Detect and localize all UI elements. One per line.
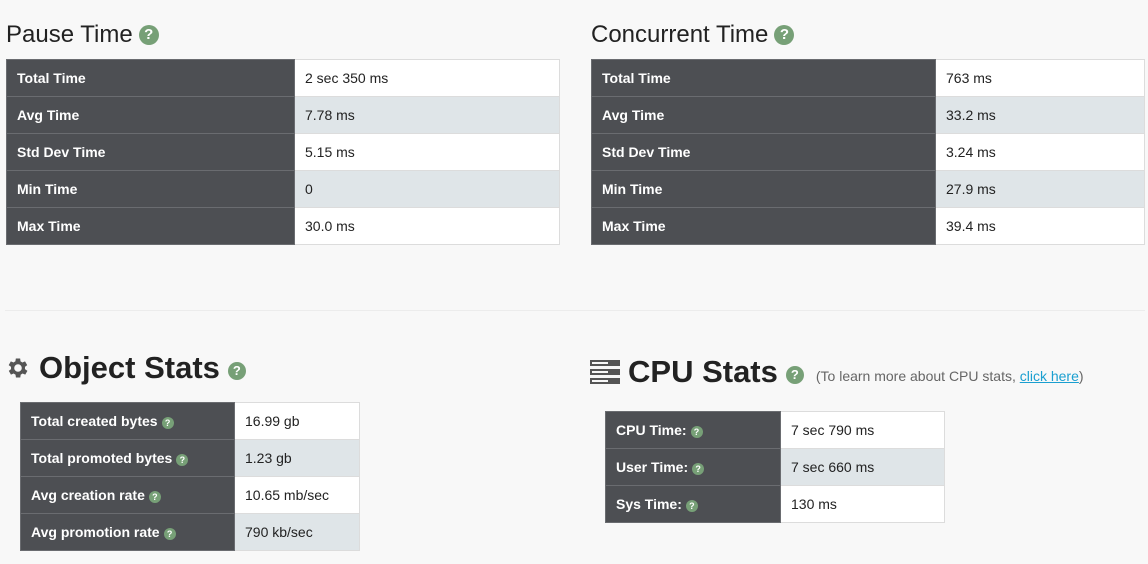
row-label-text: Avg promotion rate xyxy=(31,524,160,540)
row-label: User Time:? xyxy=(605,448,781,486)
row-label: Std Dev Time xyxy=(6,133,295,171)
cpu-stats-title-text: CPU Stats xyxy=(628,354,778,389)
table-row: CPU Time:? 7 sec 790 ms xyxy=(605,411,945,449)
row-label: Sys Time:? xyxy=(605,485,781,523)
concurrent-time-title-text: Concurrent Time xyxy=(591,21,769,48)
table-row: Sys Time:? 130 ms xyxy=(605,485,945,523)
row-label: Avg Time xyxy=(6,96,295,134)
table-row: Total Time 763 ms xyxy=(591,59,1145,97)
help-icon[interactable]: ? xyxy=(161,417,174,429)
object-stats-table: Total created bytes? 16.99 gb Total promo… xyxy=(20,402,360,551)
row-value: 7 sec 790 ms xyxy=(780,411,945,449)
help-icon[interactable]: ? xyxy=(690,426,703,438)
row-value: 10.65 mb/sec xyxy=(234,476,360,514)
row-value: 763 ms xyxy=(935,59,1145,97)
concurrent-time-section: Concurrent Time ? Total Time 763 ms Avg T… xyxy=(591,21,1145,245)
table-row: Std Dev Time 5.15 ms xyxy=(6,133,560,171)
object-stats-section: Object Stats ? Total created bytes? 16.99… xyxy=(5,350,360,551)
row-label: Max Time xyxy=(6,207,295,245)
row-value: 30.0 ms xyxy=(294,207,560,245)
row-label: Min Time xyxy=(6,170,295,208)
row-label: Total Time xyxy=(591,59,936,97)
row-label: Total Time xyxy=(6,59,295,97)
table-row: User Time:? 7 sec 660 ms xyxy=(605,448,945,486)
help-icon[interactable]: ? xyxy=(176,454,189,466)
cpu-stats-title: CPU Stats ? (To learn more about CPU sta… xyxy=(590,350,1084,394)
help-icon[interactable]: ? xyxy=(685,500,698,512)
table-row: Total Time 2 sec 350 ms xyxy=(6,59,560,97)
row-value: 27.9 ms xyxy=(935,170,1145,208)
help-icon[interactable]: ? xyxy=(163,528,176,540)
row-label: Max Time xyxy=(591,207,936,245)
row-value: 790 kb/sec xyxy=(234,513,360,551)
table-row: Avg Time 33.2 ms xyxy=(591,96,1145,134)
help-icon[interactable]: ? xyxy=(774,25,795,45)
row-value: 2 sec 350 ms xyxy=(294,59,560,97)
row-label-text: CPU Time: xyxy=(616,422,687,438)
object-stats-title: Object Stats ? xyxy=(5,350,360,386)
help-icon[interactable]: ? xyxy=(138,25,159,45)
pause-time-title-text: Pause Time xyxy=(6,21,133,48)
table-row: Avg creation rate? 10.65 mb/sec xyxy=(20,476,360,514)
row-value: 130 ms xyxy=(780,485,945,523)
row-value: 7 sec 660 ms xyxy=(780,448,945,486)
server-icon xyxy=(590,360,620,384)
row-value: 5.15 ms xyxy=(294,133,560,171)
row-value: 1.23 gb xyxy=(234,439,360,477)
note-prefix: (To learn more about CPU stats, xyxy=(815,368,1020,384)
row-label-text: User Time: xyxy=(616,459,689,475)
object-stats-title-text: Object Stats xyxy=(39,350,220,385)
row-label-text: Avg creation rate xyxy=(31,487,145,503)
table-row: Min Time 27.9 ms xyxy=(591,170,1145,208)
row-value: 33.2 ms xyxy=(935,96,1145,134)
pause-time-title: Pause Time ? xyxy=(6,21,560,49)
table-row: Max Time 39.4 ms xyxy=(591,207,1145,245)
cpu-stats-table: CPU Time:? 7 sec 790 ms User Time:? 7 sec … xyxy=(605,411,945,523)
row-label-text: Total promoted bytes xyxy=(31,450,173,466)
concurrent-time-table: Total Time 763 ms Avg Time 33.2 ms Std Dev… xyxy=(591,59,1145,245)
table-row: Total created bytes? 16.99 gb xyxy=(20,402,360,440)
table-row: Total promoted bytes? 1.23 gb xyxy=(20,439,360,477)
row-label: Total created bytes? xyxy=(20,402,235,440)
row-value: 3.24 ms xyxy=(935,133,1145,171)
row-value: 39.4 ms xyxy=(935,207,1145,245)
row-label: Avg promotion rate? xyxy=(20,513,235,551)
help-icon[interactable]: ? xyxy=(227,362,246,380)
row-label: Avg creation rate? xyxy=(20,476,235,514)
note-suffix: ) xyxy=(1078,368,1084,384)
row-label: Total promoted bytes? xyxy=(20,439,235,477)
row-value: 7.78 ms xyxy=(294,96,560,134)
row-label: CPU Time:? xyxy=(605,411,781,449)
row-label: Std Dev Time xyxy=(591,133,936,171)
cpu-stats-section: CPU Stats ? (To learn more about CPU sta… xyxy=(590,350,1084,523)
row-label-text: Sys Time: xyxy=(616,496,682,512)
row-value: 16.99 gb xyxy=(234,402,360,440)
table-row: Std Dev Time 3.24 ms xyxy=(591,133,1145,171)
row-value: 0 xyxy=(294,170,560,208)
table-row: Avg promotion rate? 790 kb/sec xyxy=(20,513,360,551)
pause-time-table: Total Time 2 sec 350 ms Avg Time 7.78 ms S… xyxy=(6,59,560,245)
pause-time-section: Pause Time ? Total Time 2 sec 350 ms Avg … xyxy=(6,21,560,245)
help-icon[interactable]: ? xyxy=(785,366,804,384)
click-here-link[interactable]: click here xyxy=(1020,368,1079,384)
row-label: Avg Time xyxy=(591,96,936,134)
table-row: Max Time 30.0 ms xyxy=(6,207,560,245)
concurrent-time-title: Concurrent Time ? xyxy=(591,21,1145,49)
table-row: Min Time 0 xyxy=(6,170,560,208)
gear-icon xyxy=(8,358,28,378)
help-icon[interactable]: ? xyxy=(692,463,705,475)
row-label: Min Time xyxy=(591,170,936,208)
section-divider xyxy=(5,310,1145,311)
help-icon[interactable]: ? xyxy=(148,491,161,503)
cpu-stats-note: (To learn more about CPU stats, click he… xyxy=(816,358,1084,394)
table-row: Avg Time 7.78 ms xyxy=(6,96,560,134)
row-label-text: Total created bytes xyxy=(31,413,158,429)
